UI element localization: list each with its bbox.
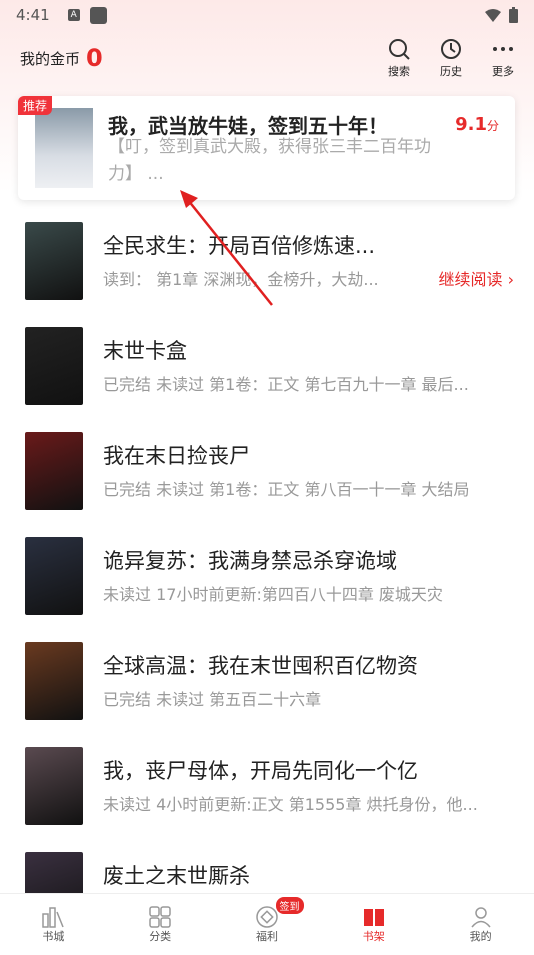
welfare-icon xyxy=(256,906,278,928)
signin-badge: 签到 xyxy=(275,897,304,914)
nav-bookshelf[interactable]: 书架 xyxy=(320,894,427,950)
category-icon xyxy=(149,906,171,928)
nav-label: 书架 xyxy=(362,930,385,943)
nav-profile[interactable]: 我的 xyxy=(427,894,534,950)
nav-label: 我的 xyxy=(469,930,492,943)
nav-bookstore[interactable]: 书城 xyxy=(0,894,107,950)
nav-welfare[interactable]: 签到福利 xyxy=(214,894,321,950)
bookshelf-icon xyxy=(363,909,384,926)
annotation-arrow xyxy=(180,190,273,306)
bookstore-icon xyxy=(42,907,65,928)
profile-icon xyxy=(470,907,491,928)
bottom-nav: 书城 分类 签到福利 书架 我的 xyxy=(0,893,534,950)
nav-label: 福利 xyxy=(255,930,278,943)
nav-label: 分类 xyxy=(149,930,172,943)
nav-label: 书城 xyxy=(42,930,65,943)
nav-category[interactable]: 分类 xyxy=(107,894,214,950)
